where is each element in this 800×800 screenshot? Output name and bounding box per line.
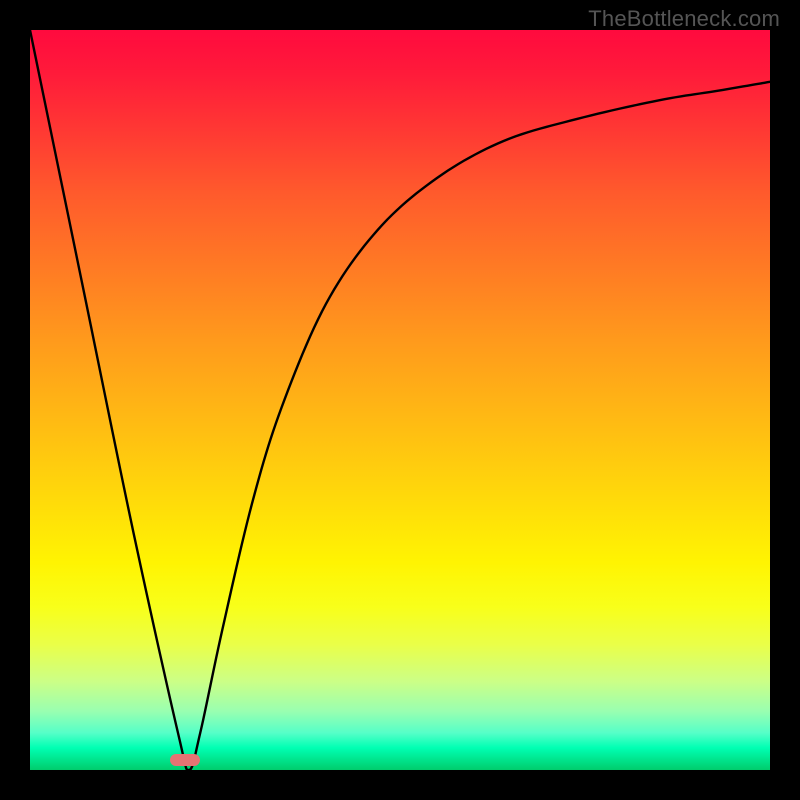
optimum-marker (170, 754, 200, 766)
curve-svg (30, 30, 770, 770)
chart-frame: TheBottleneck.com (0, 0, 800, 800)
plot-area (30, 30, 770, 770)
bottleneck-curve (30, 30, 770, 770)
attribution-text: TheBottleneck.com (588, 6, 780, 32)
